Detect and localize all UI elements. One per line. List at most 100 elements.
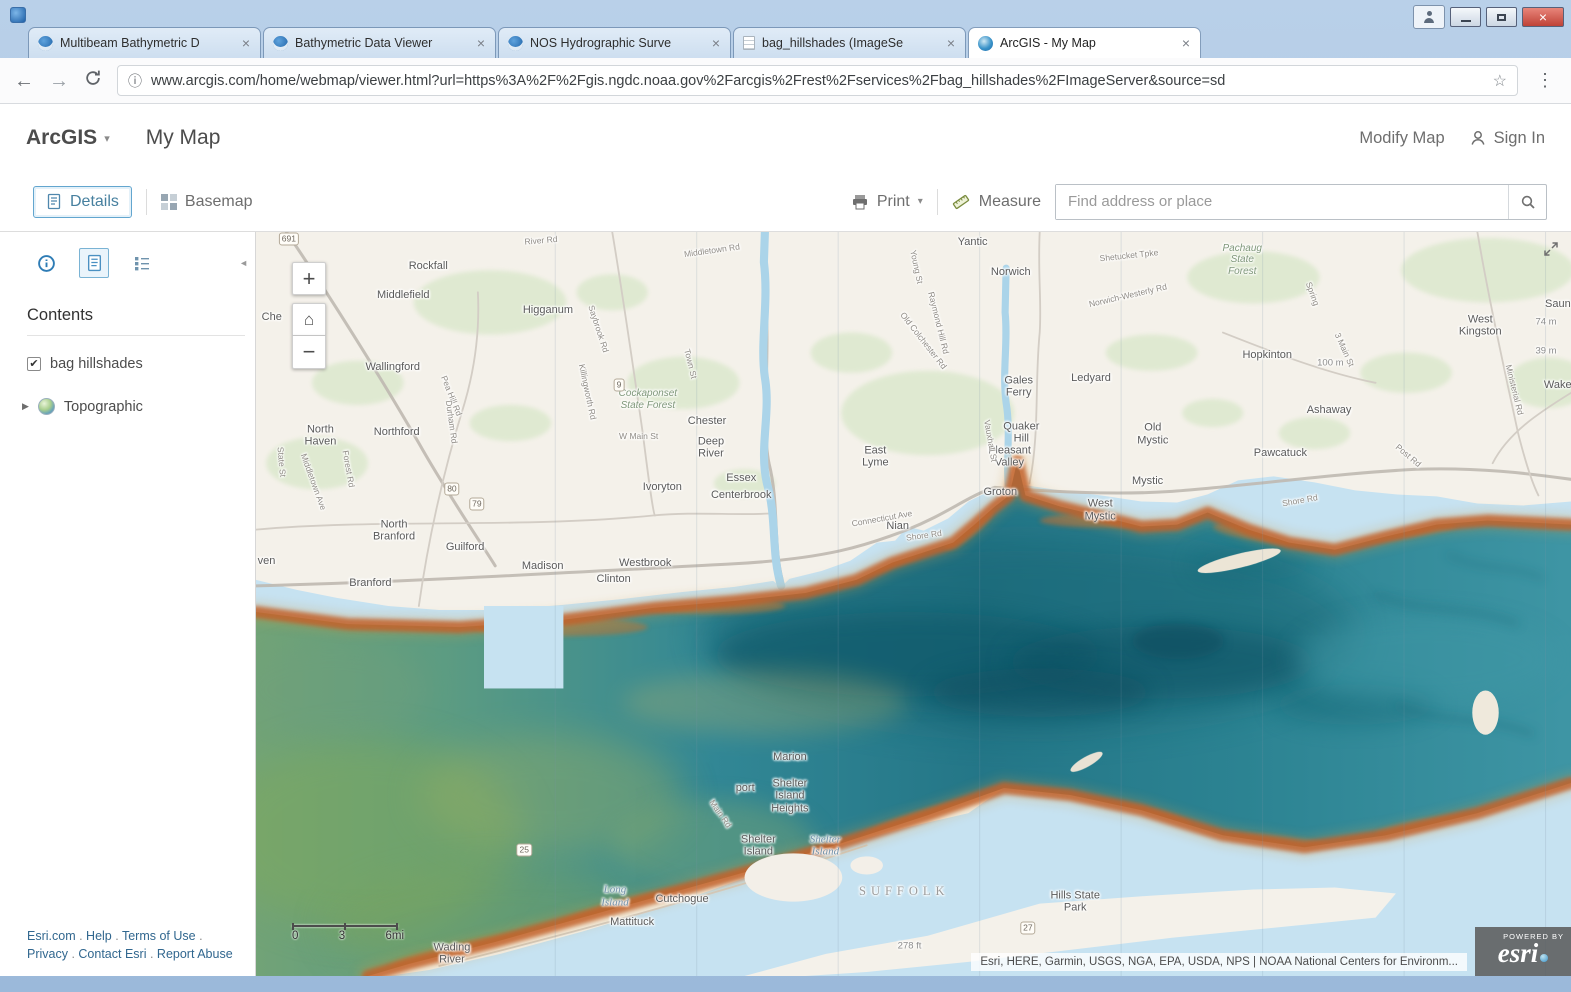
scale-label: 0 — [292, 930, 298, 942]
expand-caret-icon[interactable]: ▶ — [22, 401, 29, 412]
search-button[interactable] — [1508, 185, 1546, 219]
footer-link[interactable]: Esri.com — [27, 929, 76, 943]
person-icon — [1469, 129, 1487, 147]
tab-close-icon[interactable]: × — [946, 36, 956, 50]
map-label: Hills State Park — [1050, 889, 1100, 914]
legend-icon — [133, 254, 151, 272]
scale-line — [292, 925, 398, 927]
browser-profile-button[interactable] — [1413, 5, 1445, 29]
map-label: 25 — [517, 843, 532, 856]
tab-title: bag_hillshades (ImageSe — [762, 36, 939, 50]
browser-menu-button[interactable]: ⋮ — [1533, 70, 1557, 91]
minimize-button[interactable] — [1450, 7, 1481, 27]
measure-label: Measure — [979, 193, 1041, 211]
chevron-down-icon[interactable]: ▾ — [104, 132, 110, 145]
sidebar-tabs — [0, 248, 255, 278]
map-label: Rockfall — [409, 260, 448, 272]
search-input[interactable] — [1056, 185, 1508, 219]
map-label: Pleasant Valley — [988, 444, 1031, 469]
content-list-icon — [86, 254, 103, 272]
measure-icon — [952, 193, 971, 211]
measure-button[interactable]: Measure — [952, 193, 1041, 211]
back-button[interactable]: ← — [14, 71, 34, 91]
map-label: Pea Hill Rd — [438, 374, 463, 417]
expand-map-button[interactable] — [1541, 239, 1561, 259]
maximize-button[interactable] — [1486, 7, 1517, 27]
map-label: Marion — [773, 750, 807, 762]
map-label: Wallingford — [365, 361, 420, 373]
footer-link[interactable]: Privacy — [27, 947, 68, 961]
modify-map-link[interactable]: Modify Map — [1359, 129, 1444, 148]
bookmark-star-icon[interactable]: ☆ — [1493, 71, 1507, 91]
toolbar-divider — [146, 189, 147, 215]
browser-tab[interactable]: ArcGIS - My Map× — [968, 27, 1201, 58]
reload-button[interactable] — [84, 69, 102, 92]
page-title: My Map — [146, 126, 221, 150]
tab-close-icon[interactable]: × — [476, 36, 486, 50]
map-label: Westbrook — [619, 557, 671, 569]
print-icon — [851, 194, 869, 210]
esri-wordmark: esri — [1498, 938, 1539, 968]
footer-link[interactable]: Report Abuse — [157, 947, 233, 961]
map-label: Gales Ferry — [1004, 374, 1033, 399]
map-label: Middlefield — [377, 289, 430, 301]
content-pane-button[interactable] — [79, 248, 109, 278]
page-favicon-icon — [743, 36, 755, 50]
tab-strip: Multibeam Bathymetric D×Bathymetric Data… — [28, 27, 1203, 58]
footer-link[interactable]: Terms of Use — [122, 929, 196, 943]
map-label: Nian — [886, 520, 909, 532]
sign-in-link[interactable]: Sign In — [1469, 129, 1545, 148]
browser-tab[interactable]: Bathymetric Data Viewer× — [263, 27, 496, 58]
map-label: Shetucket Tpke — [1099, 248, 1159, 264]
tab-close-icon[interactable]: × — [241, 36, 251, 50]
forward-button[interactable]: → — [49, 71, 69, 91]
footer-link[interactable]: Help — [86, 929, 112, 943]
map-label: Norwich-Westerly Rd — [1088, 282, 1168, 309]
map-view[interactable]: RockfallMiddlefieldHigganumCheWallingfor… — [256, 232, 1571, 976]
map-label: Cockaponset State Forest — [619, 388, 677, 410]
map-label: Long Island — [601, 884, 629, 909]
url-bar[interactable]: ⓘ www.arcgis.com/home/webmap/viewer.html… — [117, 65, 1518, 96]
tab-close-icon[interactable]: × — [711, 36, 721, 50]
map-label: Che — [262, 311, 282, 323]
close-button[interactable]: × — [1522, 7, 1564, 27]
browser-tab[interactable]: bag_hillshades (ImageSe × — [733, 27, 966, 58]
maximize-icon — [1497, 14, 1506, 21]
map-label: Mystic — [1132, 475, 1163, 487]
map-label: 79 — [469, 497, 484, 510]
details-icon — [46, 193, 62, 210]
map-label: 278 ft — [898, 942, 922, 953]
about-button[interactable] — [31, 248, 61, 278]
info-icon — [37, 254, 56, 273]
map-label: Spring — [1303, 281, 1320, 307]
legend-button[interactable] — [127, 248, 157, 278]
map-label: 100 m — [1317, 359, 1343, 370]
home-button[interactable]: ⌂ — [292, 303, 326, 336]
header-right: Modify Map Sign In — [1359, 129, 1545, 148]
collapse-sidebar-icon[interactable]: ◄ — [239, 258, 248, 268]
details-button[interactable]: Details — [33, 186, 132, 218]
esri-logo: POWERED BY esri — [1475, 927, 1571, 976]
diagonal-arrows-icon — [1543, 241, 1559, 257]
map-label: Cutchogue — [655, 892, 708, 904]
person-icon — [1423, 11, 1435, 23]
browser-tab[interactable]: NOS Hydrographic Surve× — [498, 27, 731, 58]
page-info-icon[interactable]: ⓘ — [128, 71, 142, 91]
arcgis-favicon-icon — [978, 36, 993, 51]
arcgis-logo[interactable]: ArcGIS — [26, 126, 97, 150]
layer-checkbox[interactable]: ✔ — [27, 357, 41, 371]
map-label: 9 — [614, 378, 625, 391]
print-button[interactable]: Print ▾ — [851, 193, 923, 211]
layer-item-bag-hillshades[interactable]: ✔ bag hillshades — [0, 356, 255, 372]
titlebar[interactable]: Multibeam Bathymetric D×Bathymetric Data… — [0, 0, 1571, 58]
tab-close-icon[interactable]: × — [1181, 36, 1191, 50]
footer-link[interactable]: Contact Esri — [78, 947, 146, 961]
details-label: Details — [70, 193, 119, 211]
zoom-out-button[interactable]: − — [292, 336, 326, 369]
map-label: Pawcatuck — [1254, 447, 1307, 459]
layer-item-topographic[interactable]: ▶ Topographic — [0, 398, 255, 415]
zoom-in-button[interactable]: + — [292, 262, 326, 295]
basemap-button[interactable]: Basemap — [161, 193, 253, 211]
browser-tab[interactable]: Multibeam Bathymetric D× — [28, 27, 261, 58]
url-text[interactable]: www.arcgis.com/home/webmap/viewer.html?u… — [151, 73, 1484, 89]
